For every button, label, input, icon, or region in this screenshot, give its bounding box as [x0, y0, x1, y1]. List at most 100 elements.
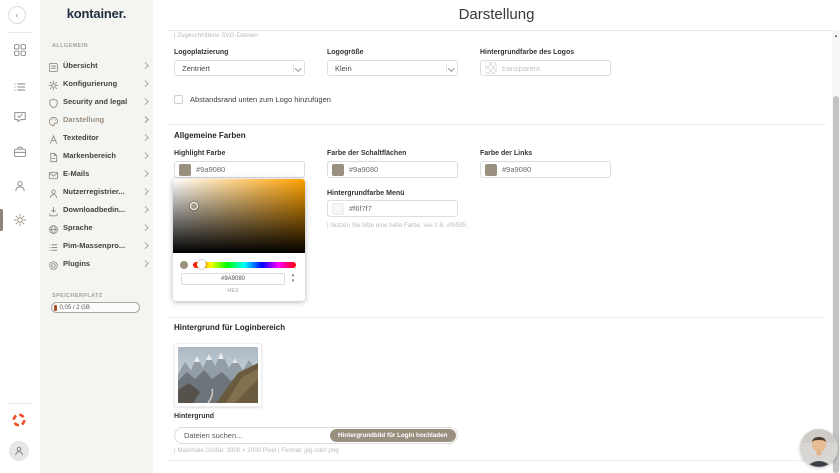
sidebar-item-label: Plugins: [63, 259, 139, 268]
settings-icon[interactable]: [13, 213, 27, 227]
globe-icon: [48, 222, 59, 233]
saturation-area[interactable]: [173, 179, 305, 253]
chevron-right-icon: [143, 81, 148, 86]
upload-login-background-button[interactable]: Hintergrundbild für Login hochladen: [330, 429, 456, 442]
link-color-input[interactable]: #9a9080: [480, 161, 611, 178]
logo-placement-label: Logoplatzierung: [174, 49, 228, 56]
storage-value: 0,05 / 2 GB: [60, 305, 90, 311]
file-search-placeholder: Dateien suchen...: [175, 431, 330, 440]
palette-icon: [48, 114, 59, 125]
sidebar-item-texteditor[interactable]: Texteditor: [48, 128, 148, 146]
menu-bg-color-value: #f6f7f7: [349, 204, 372, 213]
menu-color-hint: | Nutzen Sie bitte eine helle Farbe, wie…: [327, 222, 468, 229]
upload-size-hint: | Maximale Größe: 3000 × 2000 Pixel | Fo…: [174, 447, 339, 454]
button-color-input[interactable]: #9a9080: [327, 161, 458, 178]
active-rail-indicator: [0, 209, 3, 231]
plugin-icon: [48, 258, 59, 269]
mountain-photo: [178, 347, 258, 403]
kontainer-wordmark[interactable]: kontainer.: [40, 6, 153, 21]
sidebar-section-label: ALLGEMEIN: [52, 43, 88, 49]
link-color-swatch: [485, 164, 497, 176]
briefcase-icon[interactable]: [13, 145, 27, 159]
logo-bg-color-input[interactable]: transparent: [480, 60, 611, 76]
sidebar-item-konfigurierung[interactable]: Konfigurierung: [48, 74, 148, 92]
account-avatar[interactable]: [9, 441, 29, 461]
highlight-color-swatch: [179, 164, 191, 176]
highlight-color-value: #9a9080: [196, 165, 225, 174]
svg-files-hint: | Zugeschnittene SVG-Dateien: [174, 32, 258, 39]
hue-slider[interactable]: [193, 262, 296, 268]
login-bg-heading: Hintergrund für Loginbereich: [174, 323, 285, 332]
chevron-right-icon: [143, 63, 148, 68]
logo-bg-color-placeholder: transparent: [502, 64, 540, 73]
storage-section-label: SPEICHERPLATZ: [52, 293, 103, 299]
color-picker-popup: #9A9080 ▴ ▾ HEX: [173, 179, 305, 301]
login-background-thumbnail[interactable]: [174, 343, 262, 407]
sidebar-item-label: Markenbereich: [63, 151, 139, 160]
chevron-right-icon: [143, 243, 148, 248]
hue-slider-handle[interactable]: [197, 260, 206, 269]
envelope-icon: [48, 168, 59, 179]
spinner-down-icon[interactable]: ▾: [289, 279, 297, 284]
divider: [8, 403, 32, 404]
support-person-photo: [800, 429, 838, 467]
divider: [167, 460, 826, 461]
sidebar-item-plugins[interactable]: Plugins: [48, 254, 148, 272]
transparent-swatch: [485, 62, 497, 74]
user-icon[interactable]: [13, 179, 27, 193]
logo-size-select[interactable]: Klein: [327, 60, 458, 76]
button-color-value: #9a9080: [349, 165, 378, 174]
chevron-down-icon: [294, 61, 304, 75]
feedback-icon[interactable]: [13, 110, 27, 124]
menu-bg-color-label: Hintergrundfarbe Menü: [327, 190, 404, 197]
overview-icon: [48, 60, 59, 71]
sidebar-item-markenbereich[interactable]: Markenbereich: [48, 146, 148, 164]
scrollbar-up-arrow[interactable]: ▴: [833, 33, 839, 39]
logo-margin-checkbox-label: Abstandsrand unten zum Logo hinzufügen: [190, 95, 331, 104]
chevron-right-icon: [143, 117, 148, 122]
list-icon[interactable]: [13, 80, 27, 94]
download-icon: [48, 204, 59, 215]
saturation-cursor[interactable]: [190, 202, 198, 210]
menu-bg-color-input[interactable]: #f6f7f7: [327, 200, 458, 217]
list-icon: [48, 240, 59, 251]
icon-rail: ‹: [0, 0, 40, 473]
logo-placement-select[interactable]: Zentriert: [174, 60, 305, 76]
chevron-right-icon: [143, 99, 148, 104]
logo-margin-checkbox[interactable]: [174, 95, 183, 104]
apps-icon[interactable]: [13, 43, 27, 57]
chevron-right-icon: [143, 225, 148, 230]
sidebar-item-label: Security and legal: [63, 97, 139, 106]
shield-icon: [48, 96, 59, 107]
storage-progress-bar: 0,05 / 2 GB: [51, 302, 140, 313]
logo-margin-row: Abstandsrand unten zum Logo hinzufügen: [174, 95, 331, 104]
user-icon: [48, 186, 59, 197]
storage-progress-fill: [54, 305, 57, 311]
format-spinner[interactable]: ▴ ▾: [289, 273, 297, 285]
help-widget-avatar[interactable]: [800, 429, 838, 467]
sidebar-item-sprache[interactable]: Sprache: [48, 218, 148, 236]
sidebar-item-emails[interactable]: E-Mails: [48, 164, 148, 182]
sidebar-item-downloadbedingungen[interactable]: Downloadbedin...: [48, 200, 148, 218]
hex-value-input[interactable]: #9A9080: [181, 273, 285, 285]
sidebar-item-pim-massenprozesse[interactable]: Pim-Massenpro...: [48, 236, 148, 254]
background-upload-label: Hintergrund: [174, 413, 214, 420]
chevron-right-icon: [143, 189, 148, 194]
sidebar-item-label: Darstellung: [63, 115, 139, 124]
sidebar-item-nutzerregistrierung[interactable]: Nutzerregistrier...: [48, 182, 148, 200]
sidebar-item-uebersicht[interactable]: Übersicht: [48, 56, 148, 74]
vertical-scrollbar[interactable]: ▴: [832, 30, 840, 473]
sidebar-item-darstellung[interactable]: Darstellung: [48, 110, 148, 128]
chevron-down-icon: [447, 61, 457, 75]
content-top-border: [167, 30, 840, 31]
collapse-sidebar-button[interactable]: ‹: [8, 6, 26, 24]
highlight-color-input[interactable]: #9a9080: [174, 161, 305, 178]
file-search-input[interactable]: Dateien suchen... Hintergrundbild für Lo…: [174, 427, 458, 444]
sidebar: kontainer. ALLGEMEIN Übersicht Konfiguri…: [40, 0, 153, 473]
sidebar-item-label: Übersicht: [63, 61, 139, 70]
chevron-right-icon: [143, 153, 148, 158]
sidebar-item-security-and-legal[interactable]: Security and legal: [48, 92, 148, 110]
sidebar-item-label: Konfigurierung: [63, 79, 139, 88]
scrollbar-thumb[interactable]: [833, 96, 839, 473]
kontainer-logo-icon[interactable]: [11, 412, 27, 428]
